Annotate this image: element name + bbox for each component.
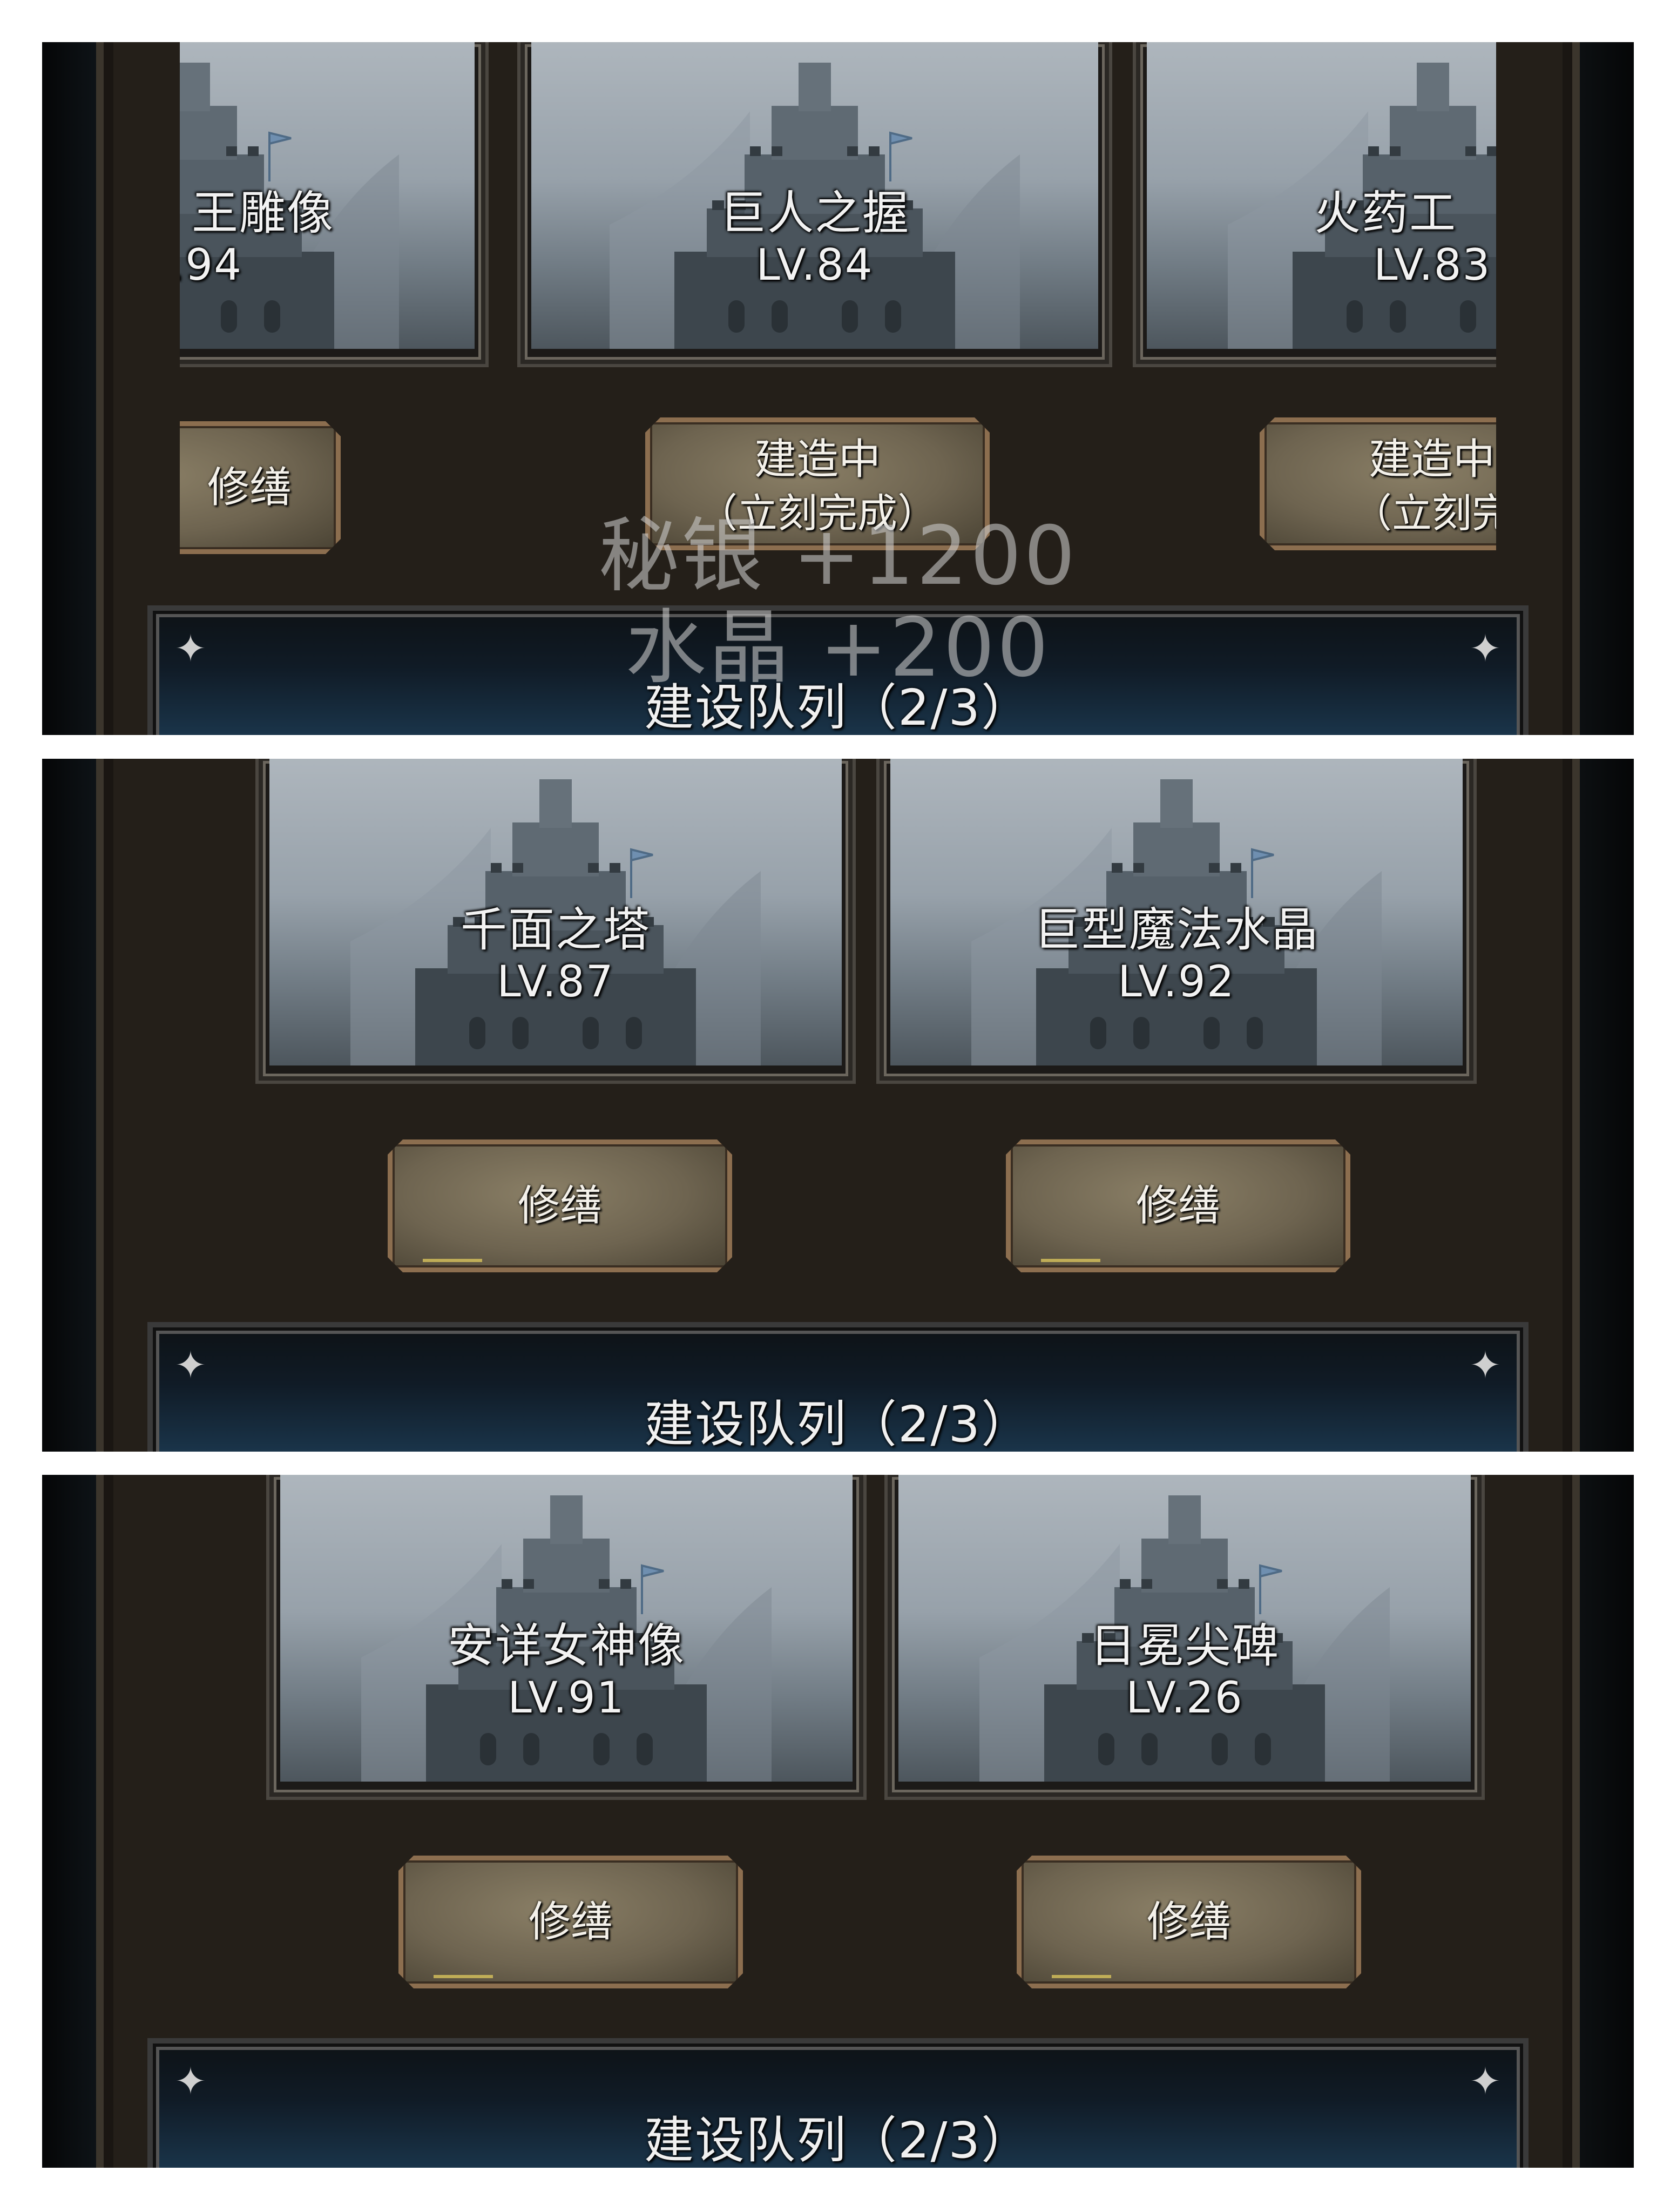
building-level: LV.26 xyxy=(1126,1673,1243,1723)
building-card[interactable]: 火药工 LV.83 xyxy=(1133,42,1496,367)
building-level: LV.83 xyxy=(1374,240,1491,290)
building-name: 日冕尖碑 xyxy=(1090,1619,1280,1673)
build-queue-title: 建设队列（2/3） xyxy=(644,2112,1032,2168)
screenshot-panel-3: 安详女神像 LV.91 修缮 日冕尖碑 LV.26 修缮 ✦ ✦ 建设队列（2/… xyxy=(42,1475,1634,2168)
build-queue-banner[interactable]: ✦ ✦ 建设队列（2/3） xyxy=(147,1322,1529,1452)
star-ornament-icon: ✦ xyxy=(1469,1343,1502,1387)
repair-button[interactable]: 修缮 xyxy=(1017,1856,1361,1988)
star-ornament-icon: ✦ xyxy=(174,1343,207,1387)
screenshot-panel-1: 王雕像 /.94 修缮 巨人之握 LV.84 建造中 （立刻完成） 火药工 LV… xyxy=(42,42,1634,735)
building-card[interactable]: 王雕像 /.94 xyxy=(180,42,489,367)
building-card[interactable]: 日冕尖碑 LV.26 xyxy=(884,1475,1485,1800)
building-card[interactable]: 千面之塔 LV.87 xyxy=(255,759,856,1084)
building-card[interactable]: 安详女神像 LV.91 xyxy=(266,1475,867,1800)
repair-button[interactable]: 修缮 xyxy=(1006,1139,1350,1272)
reward-popup-crystal: 水晶 +200 xyxy=(625,601,1051,695)
building-name: 安详女神像 xyxy=(448,1619,685,1673)
star-ornament-icon: ✦ xyxy=(1469,2059,1502,2103)
building-card[interactable]: 巨型魔法水晶 LV.92 xyxy=(876,759,1477,1084)
star-ornament-icon: ✦ xyxy=(174,2059,207,2103)
build-queue-banner[interactable]: ✦ ✦ 建设队列（2/3） xyxy=(147,2038,1529,2168)
building-level: LV.87 xyxy=(497,956,614,1007)
build-queue-title: 建设队列（2/3） xyxy=(644,1395,1032,1452)
building-name: 千面之塔 xyxy=(461,903,651,957)
building-card[interactable]: 巨人之握 LV.84 xyxy=(517,42,1112,367)
building-level: /.94 xyxy=(180,240,242,290)
building-level: LV.91 xyxy=(508,1673,625,1723)
building-name: 王雕像 xyxy=(192,186,334,240)
repair-button[interactable]: 修缮 xyxy=(388,1139,732,1272)
building-name: 巨型魔法水晶 xyxy=(1034,903,1319,957)
building-name: 巨人之握 xyxy=(720,186,910,240)
building-level: LV.84 xyxy=(756,240,874,290)
repair-button[interactable]: 修缮 xyxy=(398,1856,743,1988)
screenshot-panel-2: 千面之塔 LV.87 修缮 巨型魔法水晶 LV.92 修缮 ✦ ✦ 建设队列（2… xyxy=(42,759,1634,1452)
building-level: LV.92 xyxy=(1118,956,1235,1007)
building-name: 火药工 xyxy=(1314,186,1457,240)
